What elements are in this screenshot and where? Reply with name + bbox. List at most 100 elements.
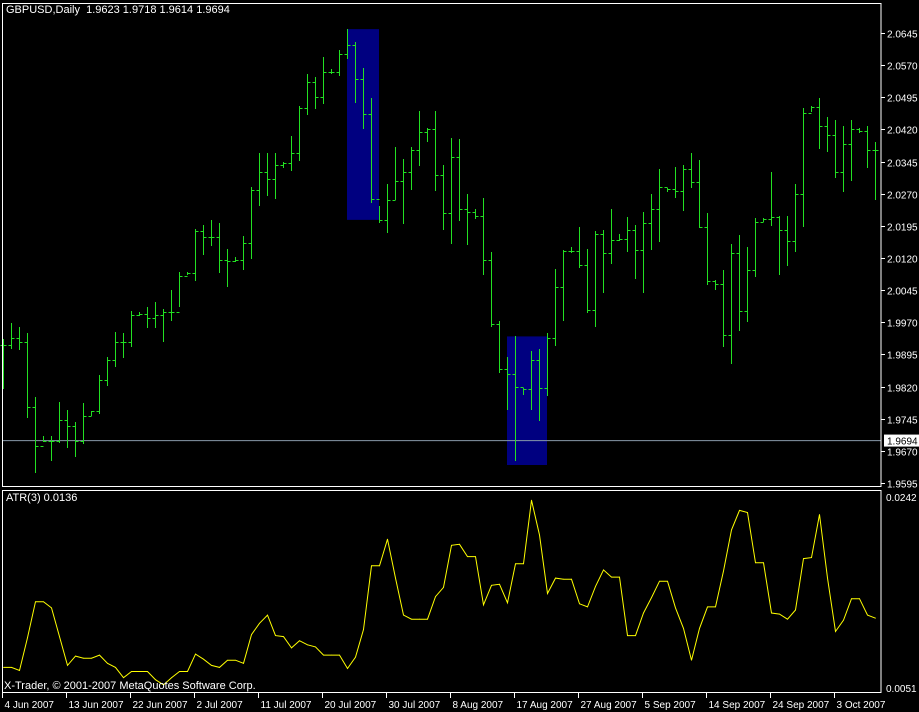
y-tick-label: 1.9895 <box>887 351 918 362</box>
ohlc-bar <box>152 302 159 328</box>
atr-title: ATR(3) 0.0136 <box>6 492 78 504</box>
atr-point <box>867 614 868 616</box>
atr-point <box>355 656 356 658</box>
atr-point <box>499 583 500 585</box>
y-tick-label: 2.0345 <box>887 159 918 170</box>
atr-point <box>843 619 844 621</box>
atr-point <box>259 622 260 624</box>
atr-point <box>443 586 444 588</box>
x-tick-label: 14 Sep 2007 <box>709 700 766 711</box>
ohlc-bar <box>416 111 423 166</box>
ohlc-bar <box>600 230 607 293</box>
atr-point <box>635 635 636 637</box>
ohlc-bar <box>872 142 879 200</box>
atr-point <box>491 584 492 586</box>
ohlc-bar <box>736 235 743 331</box>
atr-point <box>587 606 588 608</box>
ohlc-bar <box>176 272 183 313</box>
x-tick-label: 11 Jul 2007 <box>261 700 312 711</box>
ohlc-bar <box>80 403 87 444</box>
atr-point <box>379 565 380 567</box>
ohlc-bar <box>128 311 135 347</box>
atr-point <box>755 562 756 564</box>
ohlc-bar <box>184 272 191 277</box>
atr-point <box>619 576 620 578</box>
ohlc-bar <box>472 209 479 219</box>
ohlc-bar <box>88 411 95 417</box>
atr-point <box>787 618 788 620</box>
ohlc-bar <box>688 153 695 188</box>
ohlc-bar <box>272 153 279 199</box>
atr-line <box>3 499 876 686</box>
y-tick-label: 2.0645 <box>887 30 918 41</box>
date-axis: 4 Jun 2007 13 Jun 2007 22 Jun 2007 2 Jul 20… <box>2 692 886 711</box>
ohlc-bar <box>8 323 15 349</box>
atr-point <box>611 576 612 578</box>
ohlc-bar <box>792 184 799 252</box>
ohlc-bar <box>216 223 223 273</box>
ohlc-bar <box>136 312 143 316</box>
atr-point <box>91 657 92 659</box>
atr-point <box>3 667 4 668</box>
x-tick-label: 8 Aug 2007 <box>453 700 504 711</box>
atr-point <box>459 543 460 545</box>
ohlc-bar <box>624 217 631 252</box>
atr-tick-label: 0.0051 <box>886 684 917 695</box>
ohlc-bar <box>464 194 471 245</box>
ohlc-bar <box>848 120 855 181</box>
atr-point <box>779 613 780 615</box>
atr-point <box>523 563 524 565</box>
atr-point <box>683 628 684 629</box>
atr-point <box>19 670 20 671</box>
ohlc-bar <box>384 184 391 233</box>
atr-point <box>75 655 76 657</box>
atr-point <box>539 534 540 536</box>
ohlc-bar <box>608 209 615 264</box>
ohlc-bar <box>560 250 567 321</box>
ohlc-bar <box>704 213 711 285</box>
atr-point <box>235 659 236 661</box>
atr-point <box>763 562 764 564</box>
ohlc-bar <box>728 244 735 364</box>
atr-point <box>803 558 804 560</box>
x-tick-label: 20 Jul 2007 <box>325 700 377 711</box>
atr-point <box>659 580 660 582</box>
atr-point <box>371 565 372 567</box>
atr-point <box>547 593 548 594</box>
atr-point <box>771 612 772 614</box>
x-tick-label: 13 Jun 2007 <box>69 700 124 711</box>
atr-point <box>347 668 348 669</box>
ohlc-bar <box>400 159 407 224</box>
ohlc-bar <box>640 212 647 293</box>
atr-point <box>251 634 252 635</box>
x-tick-label: 30 Jul 2007 <box>389 700 441 711</box>
ohlc-bar <box>832 120 839 178</box>
ohlc-bar <box>800 108 807 227</box>
ohlc-bar <box>256 153 263 206</box>
atr-point <box>363 629 364 630</box>
atr-point <box>35 601 36 603</box>
atr-point <box>179 671 180 672</box>
ohlc-bar <box>280 162 287 168</box>
ohlc-bar <box>744 247 751 322</box>
ohlc-bar <box>552 269 559 346</box>
ohlc-bar <box>648 194 655 250</box>
atr-point <box>115 667 116 668</box>
ohlc-bar <box>760 218 767 223</box>
atr-point <box>291 647 292 649</box>
atr-point <box>723 570 724 572</box>
ohlc-bar <box>776 216 783 275</box>
atr-point <box>411 618 412 620</box>
ohlc-bar <box>232 257 239 262</box>
y-tick-label: 2.0570 <box>887 62 918 73</box>
atr-point <box>811 557 812 559</box>
y-tick-label: 2.0420 <box>887 126 918 137</box>
atr-point <box>627 635 628 637</box>
atr-point <box>555 577 556 579</box>
ohlc-bar <box>816 98 823 149</box>
atr-point <box>331 654 332 656</box>
x-tick-label: 27 Aug 2007 <box>581 700 638 711</box>
atr-point <box>147 671 148 672</box>
ohlc-bar <box>784 216 791 266</box>
current-price-label: 1.9694 <box>887 437 918 448</box>
